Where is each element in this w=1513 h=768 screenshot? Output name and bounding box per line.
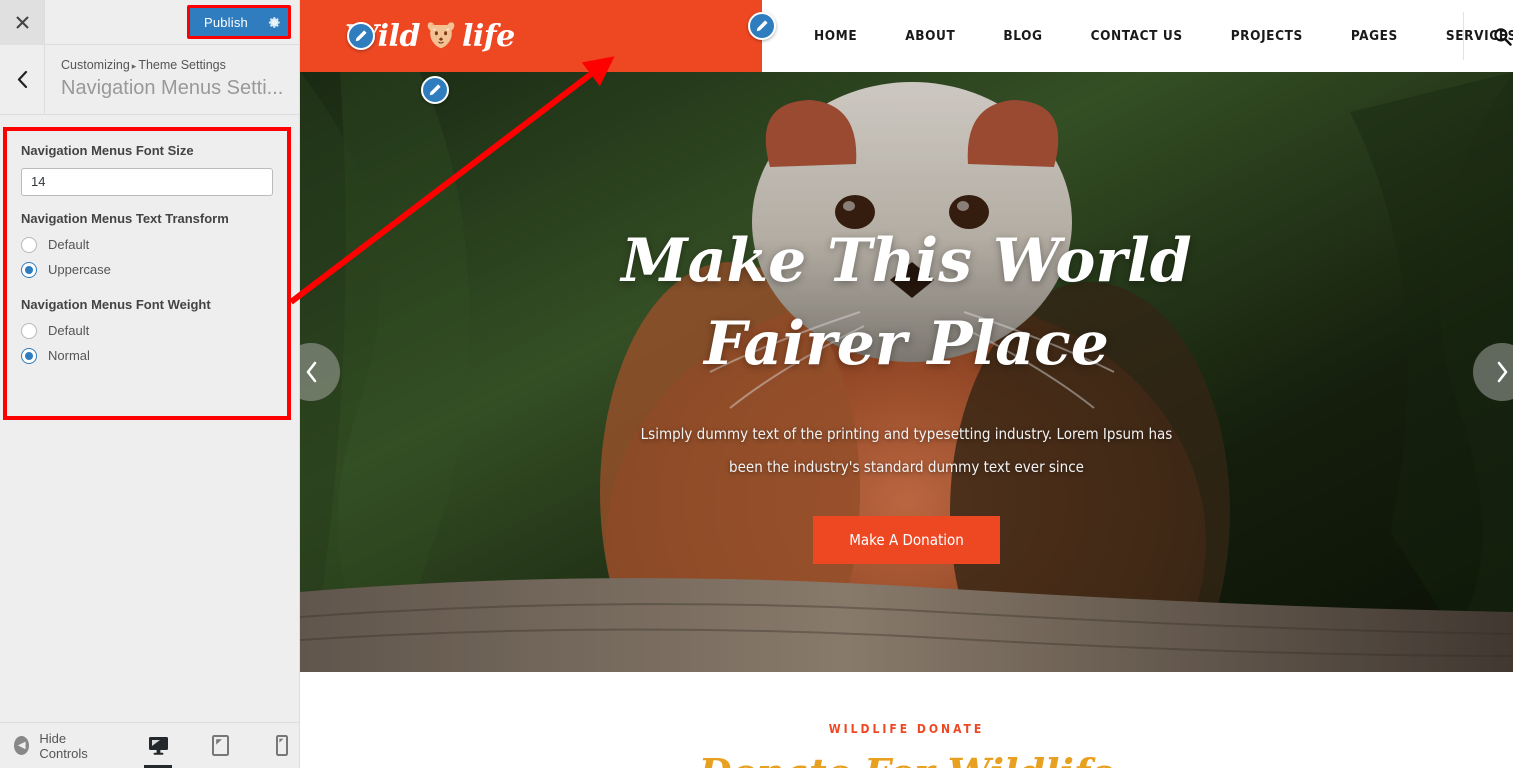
hide-controls-button[interactable]: ◀ Hide Controls bbox=[0, 731, 103, 761]
gear-icon[interactable] bbox=[260, 8, 288, 36]
tiger-head-icon bbox=[424, 21, 458, 51]
breadcrumb-parent: Theme Settings bbox=[138, 58, 226, 72]
nav-item-contact-us[interactable]: CONTACT US bbox=[1067, 28, 1207, 44]
primary-navigation: HOME ABOUT BLOG CONTACT US PROJECTS PAGE… bbox=[748, 0, 1513, 72]
font-weight-option-default[interactable]: Default bbox=[21, 322, 273, 339]
font-size-input[interactable] bbox=[21, 167, 273, 196]
breadcrumb-separator: ▸ bbox=[131, 61, 137, 71]
hero-title-line-2: Fairer Place bbox=[704, 308, 1109, 379]
radio-icon[interactable] bbox=[21, 261, 37, 278]
nav-menu-list: HOME ABOUT BLOG CONTACT US PROJECTS PAGE… bbox=[790, 28, 1513, 44]
breadcrumb-root: Customizing bbox=[61, 58, 130, 72]
publish-button-label: Publish bbox=[203, 14, 248, 30]
edit-menu-pencil-icon[interactable] bbox=[748, 12, 776, 40]
text-transform-option-uppercase[interactable]: Uppercase bbox=[21, 261, 273, 278]
hero-title: Make This World Fairer Place bbox=[621, 220, 1192, 386]
nav-item-projects[interactable]: PROJECTS bbox=[1207, 28, 1327, 44]
edit-slider-pencil-icon[interactable] bbox=[421, 76, 449, 104]
navigation-settings-highlight-box: Navigation Menus Font Size Navigation Me… bbox=[3, 127, 291, 420]
donate-section-eyebrow: WILDLIFE DONATE bbox=[828, 722, 985, 736]
control-text-transform: Navigation Menus Text Transform Default … bbox=[21, 211, 273, 278]
page-title: Navigation Menus Setti... bbox=[61, 76, 284, 99]
text-transform-option-default[interactable]: Default bbox=[21, 236, 273, 253]
navigation-settings-controls: Navigation Menus Font Size Navigation Me… bbox=[7, 131, 287, 364]
font-size-label: Navigation Menus Font Size bbox=[21, 143, 194, 158]
control-font-weight: Navigation Menus Font Weight Default Nor… bbox=[21, 297, 273, 364]
radio-icon[interactable] bbox=[21, 236, 37, 253]
breadcrumb: Customizing ▸ Theme Settings bbox=[61, 56, 283, 75]
device-preview-switcher bbox=[141, 723, 299, 768]
hero-subtitle: Lsimply dummy text of the printing and t… bbox=[640, 424, 1173, 476]
nav-item-pages[interactable]: PAGES bbox=[1327, 28, 1422, 44]
mobile-icon[interactable] bbox=[265, 723, 299, 768]
radio-label: Normal bbox=[48, 348, 90, 364]
publish-highlight-box: Publish bbox=[186, 5, 291, 39]
radio-icon[interactable] bbox=[21, 322, 37, 339]
radio-label: Default bbox=[48, 323, 90, 339]
customizer-panel-header: Customizing ▸ Theme Settings Navigation Me… bbox=[0, 45, 299, 115]
font-weight-label: Navigation Menus Font Weight bbox=[21, 296, 211, 312]
donate-section: WILDLIFE DONATE Donate For Wildlife bbox=[300, 672, 1513, 768]
radio-label: Default bbox=[48, 237, 90, 253]
control-font-size: Navigation Menus Font Size bbox=[21, 143, 273, 196]
close-icon[interactable] bbox=[0, 0, 45, 45]
site-logo-area: Wild life bbox=[300, 0, 762, 72]
nav-item-blog[interactable]: BLOG bbox=[979, 28, 1066, 44]
hero-make-a-donation-button[interactable]: Make A Donation bbox=[813, 515, 1000, 564]
logo-word-2: life bbox=[461, 18, 515, 54]
customizer-sidebar: Publish Customizing ▸ Theme Settings Nav… bbox=[0, 0, 300, 768]
font-weight-option-normal[interactable]: Normal bbox=[21, 347, 273, 364]
radio-icon[interactable] bbox=[21, 347, 37, 364]
customizer-topbar: Publish bbox=[0, 0, 299, 45]
tablet-icon[interactable] bbox=[203, 723, 237, 768]
desktop-icon[interactable] bbox=[141, 723, 175, 768]
chevron-left-icon[interactable] bbox=[0, 45, 45, 114]
radio-label: Uppercase bbox=[48, 262, 111, 278]
publish-button[interactable]: Publish bbox=[189, 8, 288, 36]
edit-logo-pencil-icon[interactable] bbox=[347, 22, 375, 50]
hero-content: Make This World Fairer Place Lsimply dum… bbox=[300, 72, 1513, 672]
hero-slider: Make This World Fairer Place Lsimply dum… bbox=[300, 72, 1513, 672]
screen-root: Publish Customizing ▸ Theme Settings Nav… bbox=[0, 0, 1513, 768]
donate-section-heading: Donate For Wildlife bbox=[300, 750, 1513, 768]
hero-title-line-1: Make This World bbox=[621, 226, 1192, 296]
nav-item-about[interactable]: ABOUT bbox=[881, 28, 979, 44]
nav-item-home[interactable]: HOME bbox=[790, 28, 881, 44]
site-header: Wild life HOME ABOUT BLOG CONTACT US PRO… bbox=[300, 0, 1513, 72]
hide-controls-label: Hide Controls bbox=[39, 730, 88, 761]
text-transform-label: Navigation Menus Text Transform bbox=[21, 210, 229, 226]
site-preview: Wild life HOME ABOUT BLOG CONTACT US PRO… bbox=[300, 0, 1513, 768]
collapse-arrow-icon: ◀ bbox=[14, 736, 30, 755]
search-icon[interactable] bbox=[1462, 12, 1513, 60]
panel-title-block: Customizing ▸ Theme Settings Navigation Me… bbox=[45, 45, 283, 114]
customizer-footer: ◀ Hide Controls bbox=[0, 722, 299, 768]
